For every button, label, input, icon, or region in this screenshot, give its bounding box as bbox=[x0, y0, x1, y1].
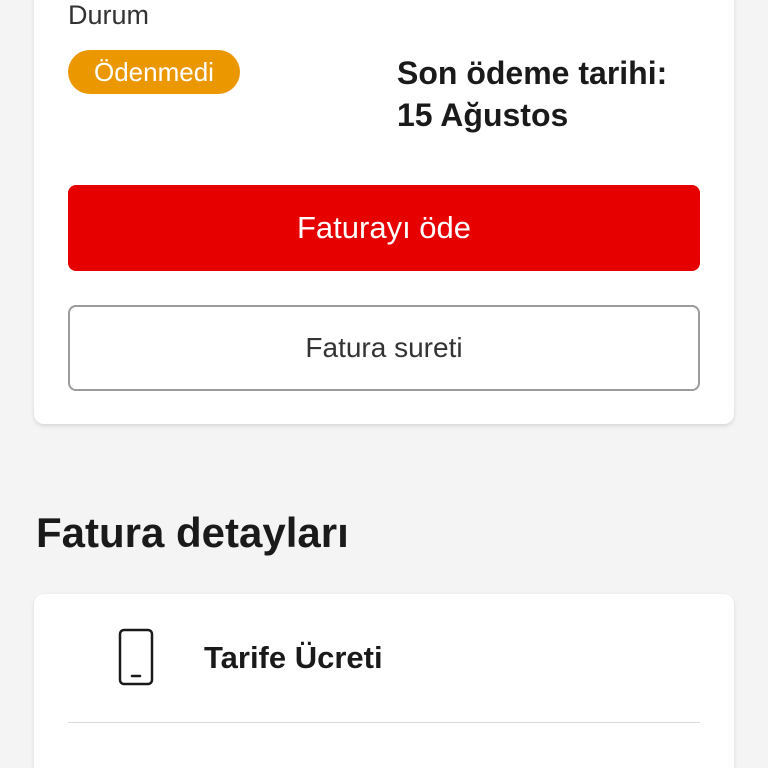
bill-summary-card: Durum Ödenmedi Son ödeme tarihi: 15 Ağus… bbox=[34, 0, 734, 424]
phone-icon bbox=[118, 628, 154, 686]
detail-label-tariff-fee: Tarife Ücreti bbox=[204, 640, 383, 675]
bill-copy-button[interactable]: Fatura sureti bbox=[68, 305, 700, 391]
detail-row-tariff-fee[interactable]: Tarife Ücreti bbox=[68, 594, 700, 723]
pay-bill-button[interactable]: Faturayı öde bbox=[68, 185, 700, 271]
due-date-value: 15 Ağustos bbox=[397, 97, 569, 133]
status-label: Durum bbox=[68, 0, 150, 30]
bill-details-card: Tarife Ücreti bbox=[34, 594, 734, 768]
section-title-bill-details: Fatura detayları bbox=[36, 509, 349, 556]
due-date: Son ödeme tarihi: 15 Ağustos bbox=[397, 52, 667, 136]
status-badge: Ödenmedi bbox=[68, 50, 240, 94]
page: Durum Ödenmedi Son ödeme tarihi: 15 Ağus… bbox=[0, 0, 768, 768]
due-date-label: Son ödeme tarihi: bbox=[397, 55, 668, 91]
